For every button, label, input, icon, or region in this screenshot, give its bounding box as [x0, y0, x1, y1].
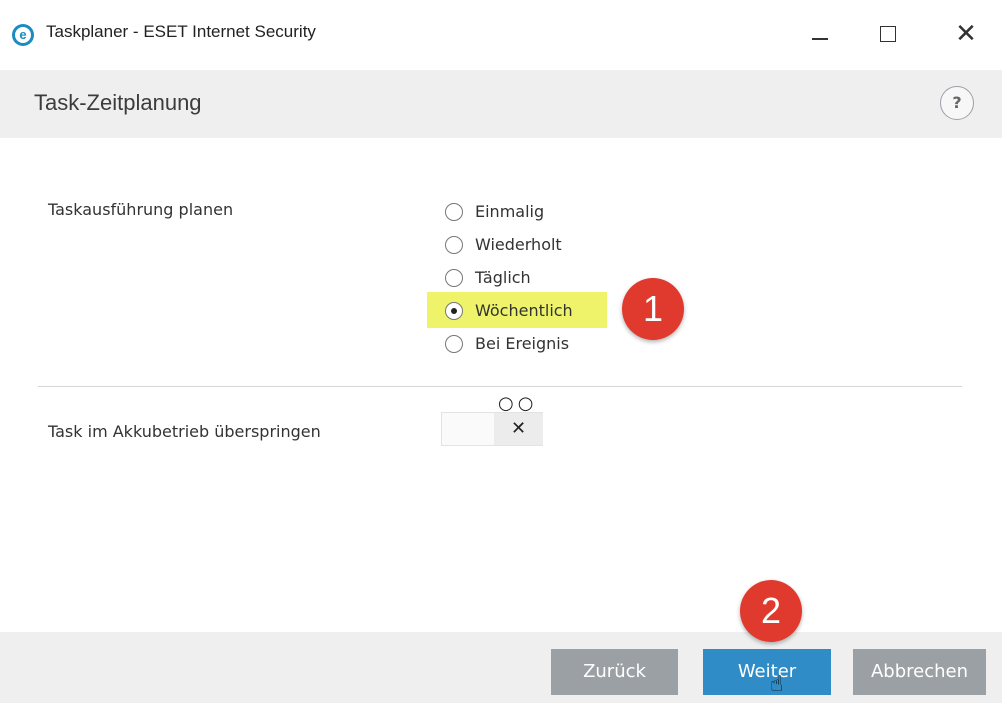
- page-header: Task-Zeitplanung ?: [0, 70, 1002, 138]
- close-button[interactable]: ✕: [946, 14, 986, 54]
- battery-skip-label: Task im Akkubetrieb überspringen: [48, 422, 321, 441]
- radio-button[interactable]: [445, 335, 463, 353]
- radio-option-bei-ereignis[interactable]: Bei Ereignis: [445, 332, 665, 365]
- window-title: Taskplaner - ESET Internet Security: [46, 22, 316, 41]
- toggle-off-icon: ✕: [494, 413, 543, 445]
- minimize-button[interactable]: [800, 14, 840, 54]
- cancel-button[interactable]: Abbrechen: [853, 649, 986, 695]
- radio-button-selected[interactable]: [445, 302, 463, 320]
- radio-button[interactable]: [445, 203, 463, 221]
- footer-bar: [0, 632, 1002, 703]
- annotation-badge-1: 1: [622, 278, 684, 340]
- indicator-circles: ○○: [498, 393, 538, 414]
- annotation-badge-2: 2: [740, 580, 802, 642]
- radio-option-wiederholt[interactable]: Wiederholt: [445, 233, 665, 266]
- schedule-label: Taskausführung planen: [48, 200, 234, 219]
- radio-button[interactable]: [445, 269, 463, 287]
- schedule-radio-group: Einmalig Wiederholt Täglich Wöchentlich …: [445, 200, 665, 365]
- help-icon[interactable]: ?: [940, 86, 974, 120]
- radio-label: Einmalig: [475, 202, 545, 221]
- close-icon: ✕: [955, 19, 977, 49]
- title-bar: e Taskplaner - ESET Internet Security ✕: [0, 0, 1002, 70]
- radio-label: Bei Ereignis: [475, 334, 570, 353]
- minimize-icon: [812, 38, 828, 40]
- radio-option-einmalig[interactable]: Einmalig: [445, 200, 665, 233]
- maximize-button[interactable]: [868, 14, 908, 54]
- battery-skip-toggle[interactable]: ✕: [441, 412, 543, 446]
- divider: [38, 386, 962, 387]
- radio-button[interactable]: [445, 236, 463, 254]
- maximize-icon: [880, 26, 896, 42]
- radio-label: Wiederholt: [475, 235, 562, 254]
- next-button[interactable]: Weiter: [703, 649, 831, 695]
- eset-logo-icon: e: [12, 24, 34, 46]
- back-button[interactable]: Zurück: [551, 649, 678, 695]
- hand-cursor-icon: ☝: [770, 672, 784, 697]
- eset-logo-letter: e: [15, 27, 31, 43]
- page-title: Task-Zeitplanung: [34, 90, 202, 115]
- radio-label: Täglich: [475, 268, 531, 287]
- radio-label: Wöchentlich: [475, 301, 573, 320]
